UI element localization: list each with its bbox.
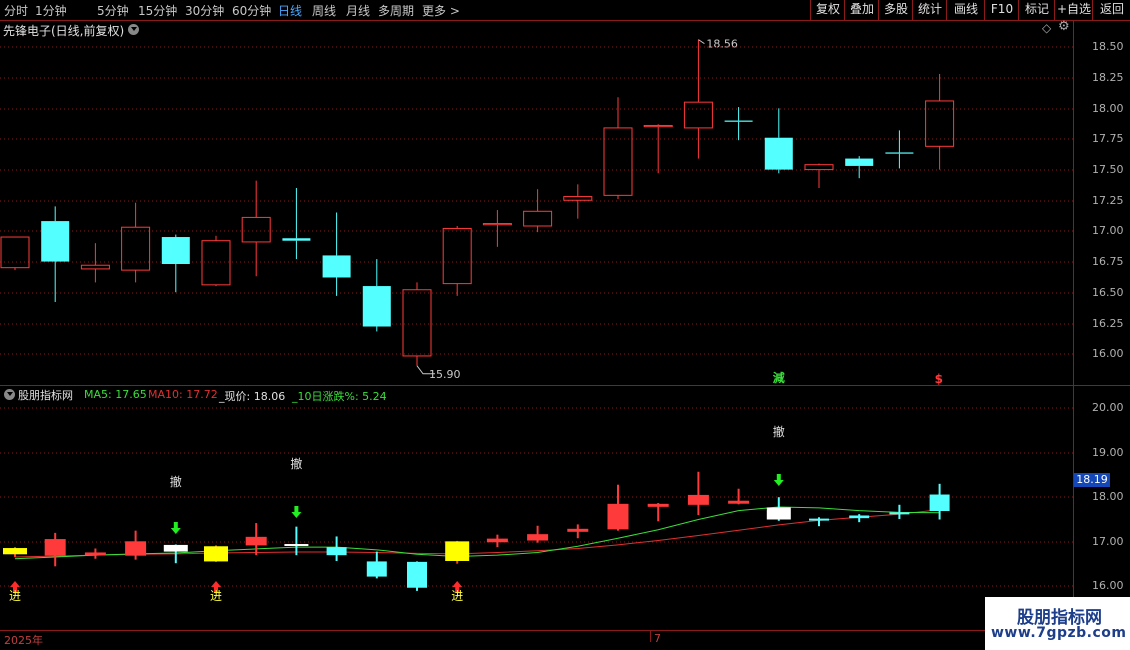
current-price-tag: 18.19 — [1074, 473, 1110, 487]
time-axis-line — [0, 630, 1073, 631]
price-label: 18.25 — [1092, 71, 1124, 84]
candle-body — [322, 255, 351, 278]
candlestick-chart[interactable]: 18.56 15.90 減 $ 进进进撤撤撤 — [0, 0, 1073, 630]
candle-body — [683, 101, 713, 129]
ind-candle-body — [44, 539, 66, 556]
price-label: 16.75 — [1092, 255, 1124, 268]
ind-candle-body — [326, 547, 347, 556]
candle-body — [764, 137, 793, 170]
candle-body — [925, 100, 955, 147]
candle-body — [362, 286, 391, 327]
ind-candle-body — [445, 541, 470, 561]
month-tick — [650, 630, 651, 642]
ind-candle-body — [486, 538, 508, 543]
ind-candle-body — [366, 561, 387, 577]
candle-body — [282, 238, 311, 241]
candle-body — [643, 124, 673, 128]
ind-candle-body — [607, 503, 629, 530]
ind-price-label: 20.00 — [1092, 401, 1124, 414]
candle-body — [845, 158, 874, 166]
ind-candle-body — [204, 546, 228, 562]
ind-candle-body — [527, 534, 549, 541]
candle-body — [80, 264, 110, 270]
candle-body — [41, 221, 70, 262]
price-label: 17.50 — [1092, 163, 1124, 176]
sell-signal-label: 撤 — [170, 474, 182, 489]
ind-candle-body — [84, 552, 106, 556]
price-label: 17.00 — [1092, 224, 1124, 237]
price-label: 16.00 — [1092, 347, 1124, 360]
sell-arrow-icon — [291, 506, 302, 518]
s-signal: $ — [935, 372, 943, 386]
buy-signal-label: 进 — [451, 589, 463, 603]
ind-candle-body — [849, 515, 870, 519]
ind-candle-body — [929, 494, 950, 512]
ind-candle-body — [3, 548, 27, 555]
ind-candle-body — [125, 541, 147, 556]
candle-body — [121, 226, 151, 271]
candle-body — [563, 196, 593, 201]
ind-candle-body — [284, 544, 309, 547]
candle-body — [523, 210, 553, 227]
candle-body — [161, 237, 190, 265]
ind-price-label: 19.00 — [1092, 446, 1124, 459]
year-label: 2025年 — [4, 634, 43, 647]
sell-arrow-icon — [773, 474, 784, 486]
candle-body — [804, 164, 834, 171]
buy-signal-label: 进 — [210, 589, 222, 603]
sell-arrow-icon — [170, 522, 181, 534]
reduce-signal: 減 — [773, 370, 785, 385]
watermark-url: www.7gpzb.com — [991, 625, 1127, 641]
ind-candle-body — [766, 507, 791, 520]
ind-candle-body — [245, 536, 267, 546]
sell-signal-label: 撤 — [290, 456, 302, 471]
price-label: 16.50 — [1092, 286, 1124, 299]
ma10-line — [14, 509, 940, 558]
candle-body — [482, 223, 512, 226]
price-label: 18.50 — [1092, 40, 1124, 53]
candle-body — [885, 152, 914, 154]
ind-candle-body — [647, 503, 669, 507]
sell-signal-label: 撤 — [773, 424, 785, 439]
high-marker-line — [698, 39, 705, 45]
candle-body — [442, 227, 472, 285]
ind-candle-body — [889, 512, 910, 515]
price-label: 17.75 — [1092, 132, 1124, 145]
ind-candle-body — [809, 518, 829, 521]
ind-candle-body — [728, 500, 750, 504]
ma5-line — [14, 506, 940, 560]
candle-body — [724, 120, 753, 122]
price-label: 18.00 — [1092, 102, 1124, 115]
buy-signal-label: 进 — [9, 589, 21, 603]
ind-price-label: 18.00 — [1092, 490, 1124, 503]
ind-candle-body — [567, 528, 589, 532]
ind-price-label: 17.00 — [1092, 535, 1124, 548]
price-label: 17.25 — [1092, 194, 1124, 207]
ind-candle-body — [687, 494, 709, 505]
ind-candle-body — [163, 544, 188, 552]
candle-body — [201, 240, 231, 286]
price-axis-divider — [1073, 20, 1074, 630]
ind-candle-body — [407, 561, 427, 588]
candle-body — [402, 289, 432, 357]
month-label: 7 — [654, 632, 661, 645]
back-button[interactable]: 返回 — [1092, 0, 1130, 20]
price-label: 16.25 — [1092, 317, 1124, 330]
candle-body — [603, 127, 633, 196]
high-price-label: 18.56 — [706, 38, 738, 51]
candle-body — [241, 216, 271, 243]
ind-price-label: 16.00 — [1092, 579, 1124, 592]
candle-body — [0, 236, 30, 269]
